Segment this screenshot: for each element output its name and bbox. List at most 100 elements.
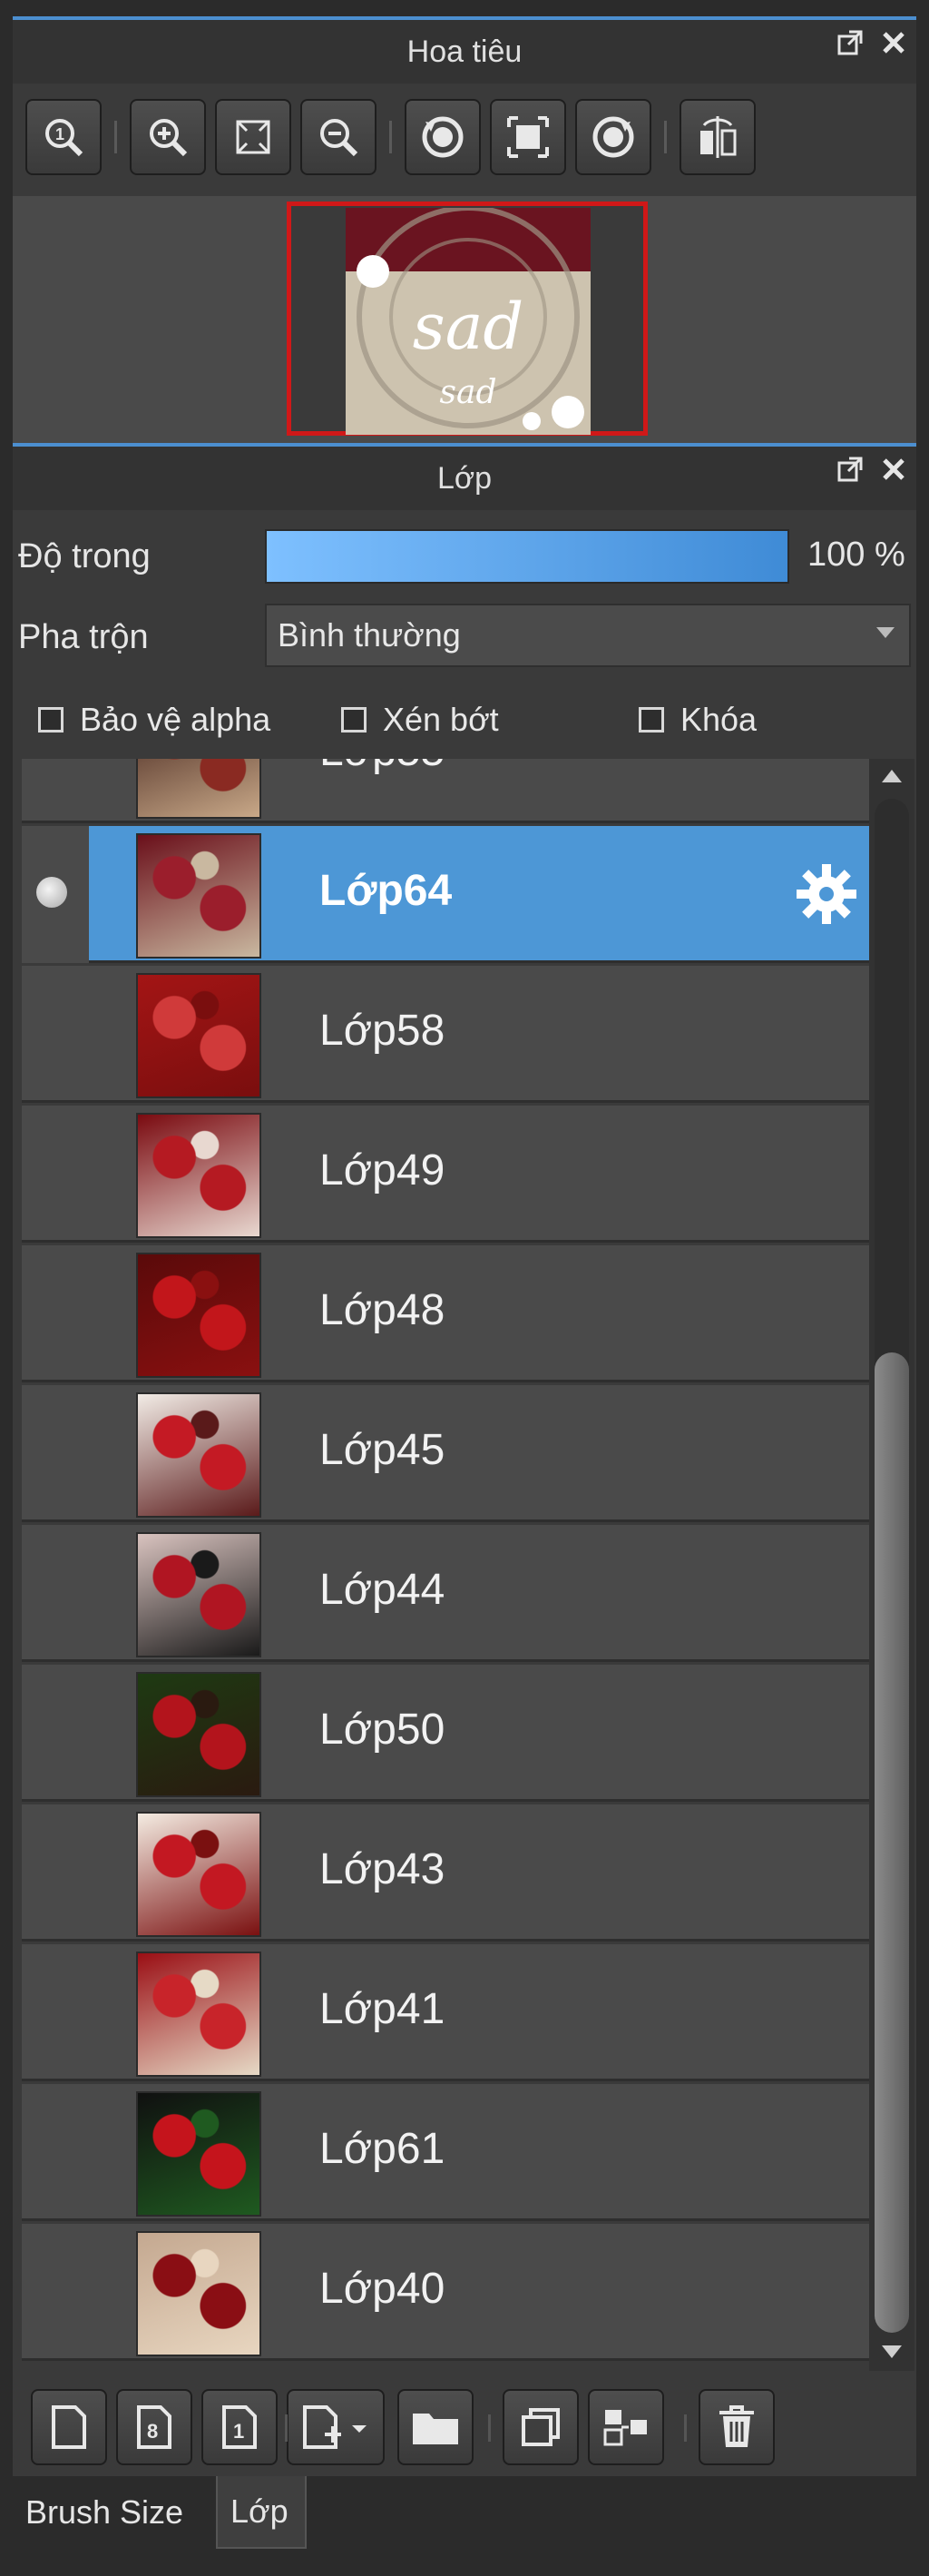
lock-checkbox[interactable]: Khóa — [639, 701, 757, 739]
layer-row[interactable]: Lớp64 — [22, 826, 869, 963]
delete-layer-button[interactable] — [699, 2389, 775, 2465]
new-1bit-layer-button[interactable]: 1 — [201, 2389, 278, 2465]
toolbar-separator — [389, 121, 392, 153]
clipping-checkbox[interactable]: Xén bớt — [341, 701, 499, 739]
new-folder-icon — [413, 2414, 458, 2444]
rotate-right-button[interactable] — [575, 99, 651, 175]
protect-alpha-checkbox[interactable]: Bảo vệ alpha — [38, 701, 270, 739]
new-layer-button[interactable] — [31, 2389, 107, 2465]
layer-thumbnail — [136, 759, 261, 819]
layer-row[interactable]: Lớp58 — [22, 966, 869, 1103]
tab-brush-size[interactable]: Brush Size — [13, 2476, 216, 2549]
blend-label: Pha trộn — [18, 618, 149, 656]
popout-icon[interactable] — [836, 29, 864, 64]
layers-bottom-toolbar: 8 1 — [13, 2371, 916, 2476]
visibility-toggle-icon[interactable] — [36, 877, 67, 908]
opacity-value: 100 % — [807, 536, 905, 574]
new-1bit-layer-icon: 1 — [222, 2405, 257, 2449]
viewport-frame[interactable]: sad sad — [287, 202, 648, 436]
rotate-left-button[interactable] — [405, 99, 481, 175]
gear-icon[interactable] — [795, 862, 858, 926]
navigator-preview-area[interactable]: sad sad — [13, 196, 916, 446]
new-8bit-layer-icon: 8 — [137, 2405, 171, 2449]
checkbox-label: Xén bớt — [383, 701, 499, 738]
layer-name: Lớp50 — [319, 1706, 445, 1754]
blend-mode-value: Bình thường — [278, 616, 461, 654]
scroll-thumb[interactable] — [875, 1352, 909, 2333]
duplicate-layer-button[interactable] — [503, 2389, 579, 2465]
tab-layers[interactable]: Lớp — [216, 2476, 307, 2549]
layer-list[interactable]: Lớp55 Lớp64 Lớp58 Lớp49 Lớp48 Lớp45 Lớp44 Lớp50… — [22, 759, 869, 2371]
zoom-in-button[interactable] — [130, 99, 206, 175]
layer-row[interactable]: Lớp49 — [22, 1106, 869, 1243]
layer-row[interactable]: Lớp45 — [22, 1385, 869, 1522]
zoom-actual-button[interactable]: 1 — [25, 99, 102, 175]
checkbox-box — [341, 707, 367, 732]
zoom-out-button[interactable] — [300, 99, 376, 175]
svg-text:8: 8 — [147, 2420, 158, 2443]
rotate-left-icon — [422, 116, 464, 158]
layer-row[interactable]: Lớp43 — [22, 1804, 869, 1942]
fit-window-button[interactable] — [490, 99, 566, 175]
canvas-preview: sad sad — [346, 208, 591, 435]
new-folder-button[interactable] — [397, 2389, 474, 2465]
checkbox-label: Khóa — [680, 701, 758, 738]
layer-thumbnail — [136, 973, 261, 1098]
navigator-title: Hoa tiêu — [406, 34, 523, 69]
layer-name: Lớp44 — [319, 1566, 445, 1614]
fit-screen-icon — [236, 120, 270, 154]
toolbar-separator — [114, 121, 117, 153]
duplicate-layer-icon — [522, 2408, 560, 2446]
toolbar-separator — [285, 2414, 288, 2442]
new-8bit-layer-button[interactable]: 8 — [116, 2389, 192, 2465]
delete-layer-icon — [719, 2405, 754, 2447]
layer-row[interactable]: Lớp61 — [22, 2084, 869, 2221]
popout-icon[interactable] — [836, 456, 864, 491]
merge-layer-icon — [603, 2410, 647, 2446]
preview-text-main: sad — [413, 290, 523, 364]
merge-layer-button[interactable] — [588, 2389, 664, 2465]
blend-mode-select[interactable]: Bình thường — [265, 604, 911, 667]
opacity-slider[interactable] — [265, 529, 789, 584]
opacity-label: Độ trong — [18, 537, 151, 575]
fit-screen-button[interactable] — [215, 99, 291, 175]
close-icon[interactable] — [880, 29, 907, 64]
panel-tabs: Brush Size Lớp — [13, 2476, 916, 2576]
layer-row[interactable]: Lớp40 — [22, 2224, 869, 2361]
layer-row[interactable]: Lớp41 — [22, 1944, 869, 2081]
layer-name: Lớp61 — [319, 2125, 445, 2173]
layers-title: Lớp — [436, 460, 493, 496]
preview-text-sub: sad — [440, 374, 497, 411]
layer-row[interactable]: Lớp55 — [22, 759, 869, 823]
close-icon[interactable] — [880, 456, 907, 491]
layer-list-scrollbar[interactable] — [869, 759, 914, 2371]
layer-row[interactable]: Lớp50 — [22, 1665, 869, 1802]
layer-thumbnail — [136, 1812, 261, 1937]
rotate-right-icon — [592, 116, 634, 158]
layer-thumbnail — [136, 833, 261, 959]
layer-row[interactable]: Lớp48 — [22, 1245, 869, 1382]
layer-name: Lớp48 — [319, 1286, 445, 1334]
layers-titlebar: Lớp — [13, 443, 916, 510]
layer-name: Lớp49 — [319, 1146, 445, 1195]
layer-name: Lớp40 — [319, 2265, 445, 2313]
fit-window-icon — [507, 116, 549, 158]
zoom-out-icon — [320, 119, 358, 157]
add-layer-menu-button[interactable] — [287, 2389, 385, 2465]
toolbar-separator — [488, 2414, 491, 2442]
add-layer-menu-icon — [303, 2405, 367, 2449]
toolbar-separator — [664, 121, 667, 153]
layer-name: Lớp55 — [319, 759, 445, 776]
scroll-down-icon[interactable] — [882, 2345, 902, 2358]
scroll-up-icon[interactable] — [882, 770, 902, 782]
layer-thumbnail — [136, 2091, 261, 2217]
svg-text:1: 1 — [55, 125, 64, 143]
layer-name: Lớp45 — [319, 1426, 445, 1474]
navigator-panel: Hoa tiêu 1 sad sad — [13, 16, 916, 446]
chevron-down-icon — [876, 627, 895, 638]
checkbox-label: Bảo vệ alpha — [80, 701, 271, 738]
layer-thumbnail — [136, 2231, 261, 2356]
layer-thumbnail — [136, 1113, 261, 1238]
flip-horizontal-button[interactable] — [680, 99, 756, 175]
layer-row[interactable]: Lớp44 — [22, 1525, 869, 1662]
